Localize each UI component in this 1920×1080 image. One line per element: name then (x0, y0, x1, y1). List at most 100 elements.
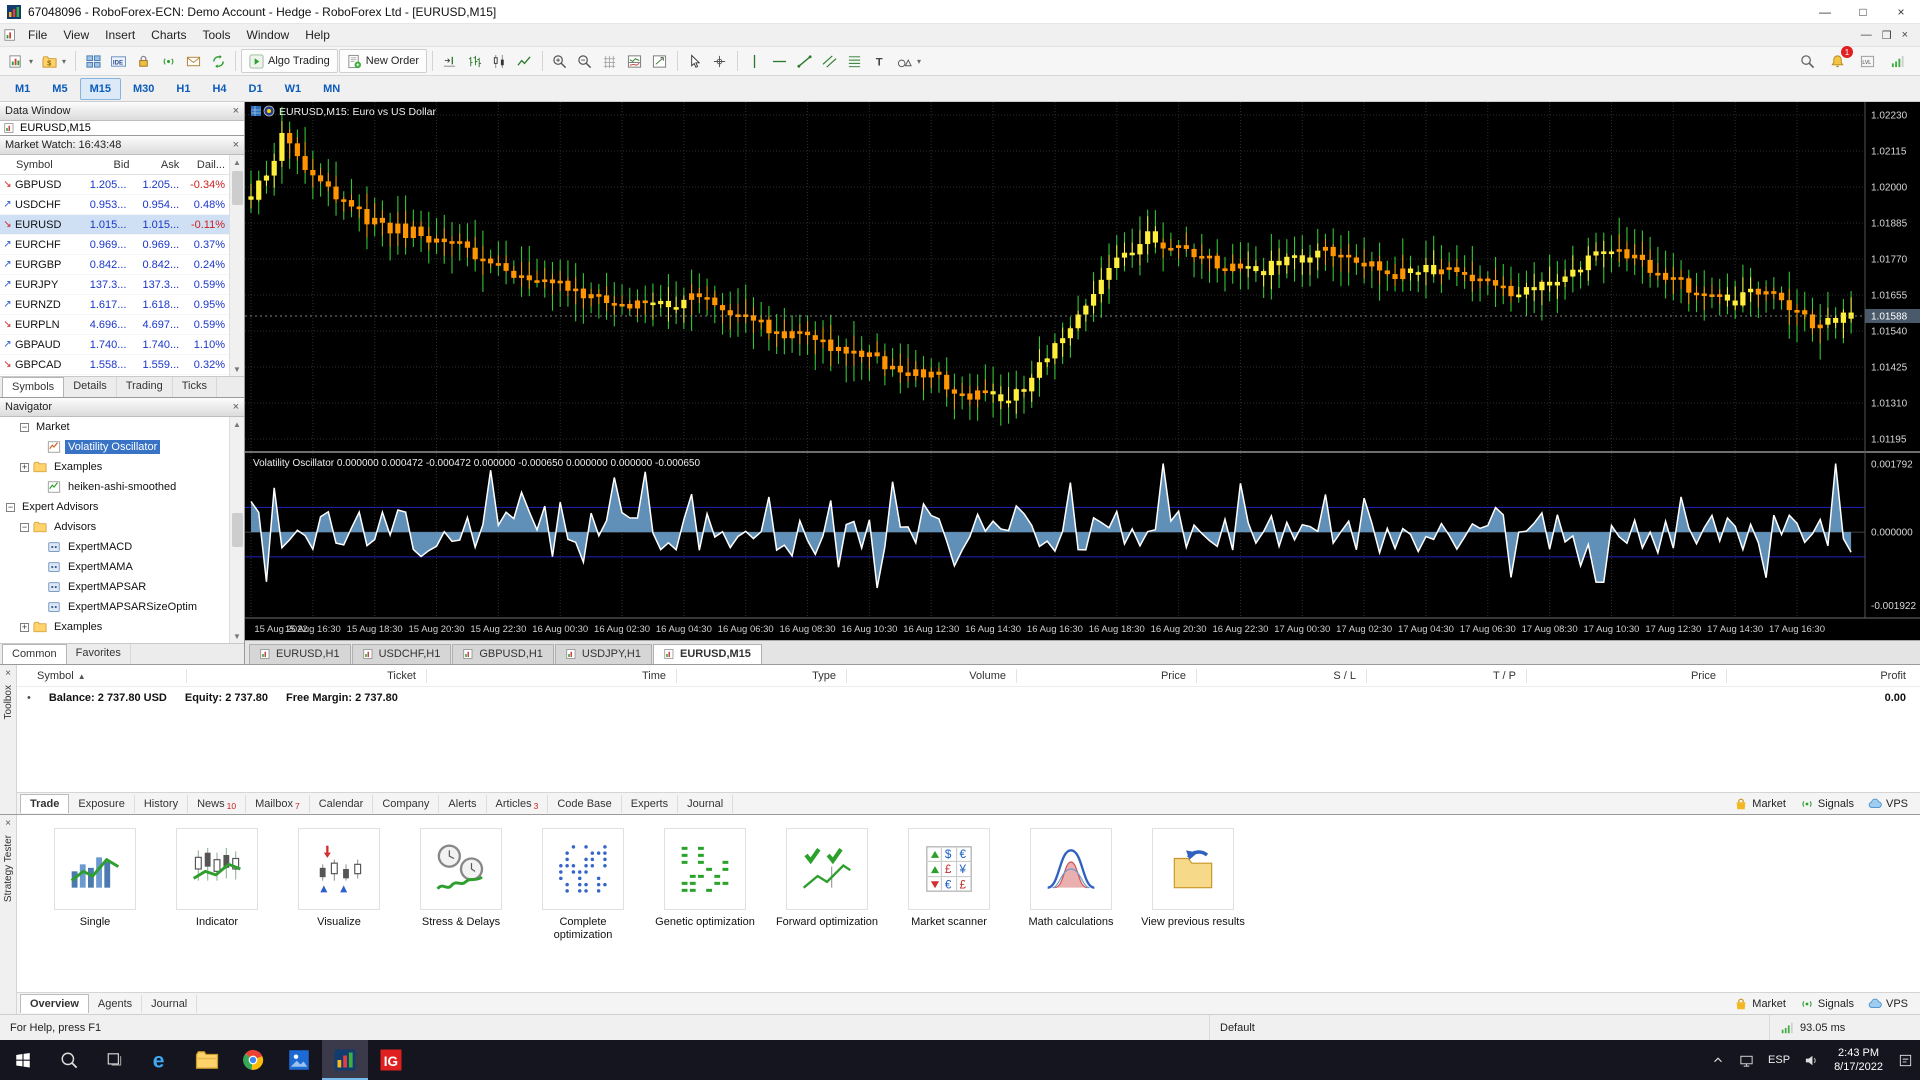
tray-volume-button[interactable] (1797, 1040, 1826, 1080)
close-icon[interactable]: × (233, 105, 239, 117)
expand-icon[interactable]: + (20, 462, 29, 472)
column-header-t-p[interactable]: T / P (1367, 668, 1527, 683)
tester-tab-journal[interactable]: Journal (142, 994, 198, 1013)
toolbox-tab-mailbox[interactable]: Mailbox 7 (246, 794, 310, 813)
navigator-scrollbar[interactable]: ▲ ▼ (229, 417, 244, 643)
market-watch-row[interactable]: ↗ USDCHF 0.953... 0.954... 0.48% (0, 195, 229, 215)
navigator-item[interactable]: ExpertMAMA (0, 557, 229, 577)
new-chart-button[interactable] (5, 49, 37, 73)
menu-item-charts[interactable]: Charts (143, 26, 194, 44)
grid-button[interactable] (598, 49, 622, 73)
vps-button[interactable]: VPS (1868, 997, 1908, 1011)
levels-button[interactable]: LVL (1855, 49, 1879, 73)
price-chart[interactable]: 15 Aug 202215 Aug 16:30 15 Aug 18:30 15 Au… (245, 102, 1920, 640)
column-header-price[interactable]: Price (1017, 668, 1197, 683)
market-watch-row[interactable]: ↗ EURGBP 0.842... 0.842... 0.24% (0, 255, 229, 275)
menu-item-file[interactable]: File (20, 26, 55, 44)
taskbar-win-start[interactable] (0, 1040, 46, 1080)
column-ask[interactable]: Ask (129, 159, 182, 171)
scroll-thumb[interactable] (231, 513, 243, 547)
column-header-type[interactable]: Type (677, 668, 847, 683)
toolbox-tab-exposure[interactable]: Exposure (69, 794, 135, 813)
menu-item-view[interactable]: View (55, 26, 97, 44)
navigator-item[interactable]: + Examples (0, 617, 229, 637)
toolbox-side-label[interactable]: Toolbox (3, 685, 14, 719)
refresh-button[interactable] (206, 49, 230, 73)
timeframe-w1[interactable]: W1 (275, 78, 312, 100)
column-header-symbol[interactable]: Symbol ▲ (17, 668, 187, 683)
taskbar-edge[interactable]: e (138, 1040, 184, 1080)
navigator-item[interactable]: Volatility Oscillator (0, 437, 229, 457)
chart-shift-button[interactable] (438, 49, 462, 73)
collapse-icon[interactable]: − (20, 522, 29, 532)
timeframe-d1[interactable]: D1 (239, 78, 273, 100)
zoom-in-button[interactable] (548, 49, 572, 73)
market-watch-row[interactable]: ↘ EURPLN 4.696... 4.697... 0.59% (0, 315, 229, 335)
shapes-button[interactable] (893, 49, 925, 73)
market-watch-row[interactable]: ↗ EURJPY 137.3... 137.3... 0.59% (0, 275, 229, 295)
navigator-item[interactable]: − Advisors (0, 517, 229, 537)
chart-tab-eurusd-h1[interactable]: EURUSD,H1 (249, 644, 351, 664)
tester-tab-agents[interactable]: Agents (89, 994, 143, 1013)
menu-item-window[interactable]: Window (239, 26, 298, 44)
vertical-line-button[interactable] (743, 49, 767, 73)
search-button[interactable] (1795, 49, 1819, 73)
market-watch-row[interactable]: ↗ GBPAUD 1.740... 1.740... 1.10% (0, 335, 229, 355)
navigator-item[interactable]: ExpertMAPSAR (0, 577, 229, 597)
timeframe-m5[interactable]: M5 (42, 78, 77, 100)
timeframe-m15[interactable]: M15 (79, 77, 121, 100)
collapse-icon[interactable]: − (6, 502, 15, 512)
tester-tile-genetic-optimization[interactable]: Genetic optimization (653, 828, 757, 992)
timeframe-mn[interactable]: MN (313, 78, 350, 100)
notifications-button[interactable]: 1 (1825, 46, 1853, 73)
new-order-button[interactable]: New Order (338, 49, 427, 73)
chart-tab-gbpusd-h1[interactable]: GBPUSD,H1 (452, 644, 554, 664)
column-header-price[interactable]: Price (1527, 668, 1727, 683)
taskbar-clock[interactable]: 2:43 PM 8/17/2022 (1826, 1046, 1891, 1075)
tray-network-button[interactable] (1732, 1040, 1761, 1080)
market-watch-row[interactable]: ↘ EURUSD 1.015... 1.015... -0.11% (0, 215, 229, 235)
profiles-button[interactable]: $ (38, 49, 70, 73)
channel-button[interactable] (818, 49, 842, 73)
navigator-tab-favorites[interactable]: Favorites (67, 644, 131, 664)
language-indicator[interactable]: ESP (1761, 1040, 1797, 1080)
market-watch-tab-ticks[interactable]: Ticks (173, 377, 217, 397)
tester-tile-indicator[interactable]: Indicator (165, 828, 269, 992)
column-header-s-l[interactable]: S / L (1197, 668, 1367, 683)
toolbox-tab-trade[interactable]: Trade (20, 794, 70, 813)
toolbox-tab-alerts[interactable]: Alerts (439, 794, 487, 813)
signals-button[interactable]: Signals (1800, 997, 1854, 1011)
column-header-time[interactable]: Time (427, 668, 677, 683)
taskbar-tb-taskview[interactable] (92, 1040, 138, 1080)
action-center-button[interactable] (1891, 1040, 1920, 1080)
scroll-down-icon[interactable]: ▼ (230, 362, 244, 376)
tester-tile-math-calculations[interactable]: Math calculations (1019, 828, 1123, 992)
bars-button[interactable] (463, 49, 487, 73)
expand-icon[interactable]: + (20, 622, 29, 632)
navigator-tab-common[interactable]: Common (2, 644, 67, 664)
toolbox-tab-news[interactable]: News 10 (188, 794, 247, 813)
toolbox-tab-company[interactable]: Company (373, 794, 440, 813)
signals-button[interactable] (156, 49, 180, 73)
signals-button[interactable]: Signals (1800, 797, 1854, 811)
market-watch-row[interactable]: ↗ EURCHF 0.969... 0.969... 0.37% (0, 235, 229, 255)
scroll-up-icon[interactable]: ▲ (230, 417, 244, 431)
status-profile[interactable]: Default (1210, 1015, 1770, 1040)
taskbar-explorer[interactable] (184, 1040, 230, 1080)
column-daily[interactable]: Dail... (182, 159, 229, 171)
navigator-item[interactable]: − Expert Advisors (0, 497, 229, 517)
scroll-down-icon[interactable]: ▼ (230, 629, 244, 643)
trade-list-empty-area[interactable] (17, 708, 1920, 792)
ide-button[interactable]: IDE (106, 49, 130, 73)
lock-button[interactable] (131, 49, 155, 73)
toolbox-tab-articles[interactable]: Articles 3 (487, 794, 549, 813)
obj-windows-button[interactable] (648, 49, 672, 73)
menu-item-tools[interactable]: Tools (195, 26, 239, 44)
column-bid[interactable]: Bid (77, 159, 130, 171)
market-watch-scrollbar[interactable]: ▲ ▼ (229, 155, 244, 376)
timeframe-m30[interactable]: M30 (123, 78, 164, 100)
market-watch-row[interactable]: ↗ EURNZD 1.617... 1.618... 0.95% (0, 295, 229, 315)
scroll-thumb[interactable] (231, 171, 243, 205)
maximize-button[interactable]: □ (1844, 0, 1882, 23)
horizontal-line-button[interactable] (768, 49, 792, 73)
